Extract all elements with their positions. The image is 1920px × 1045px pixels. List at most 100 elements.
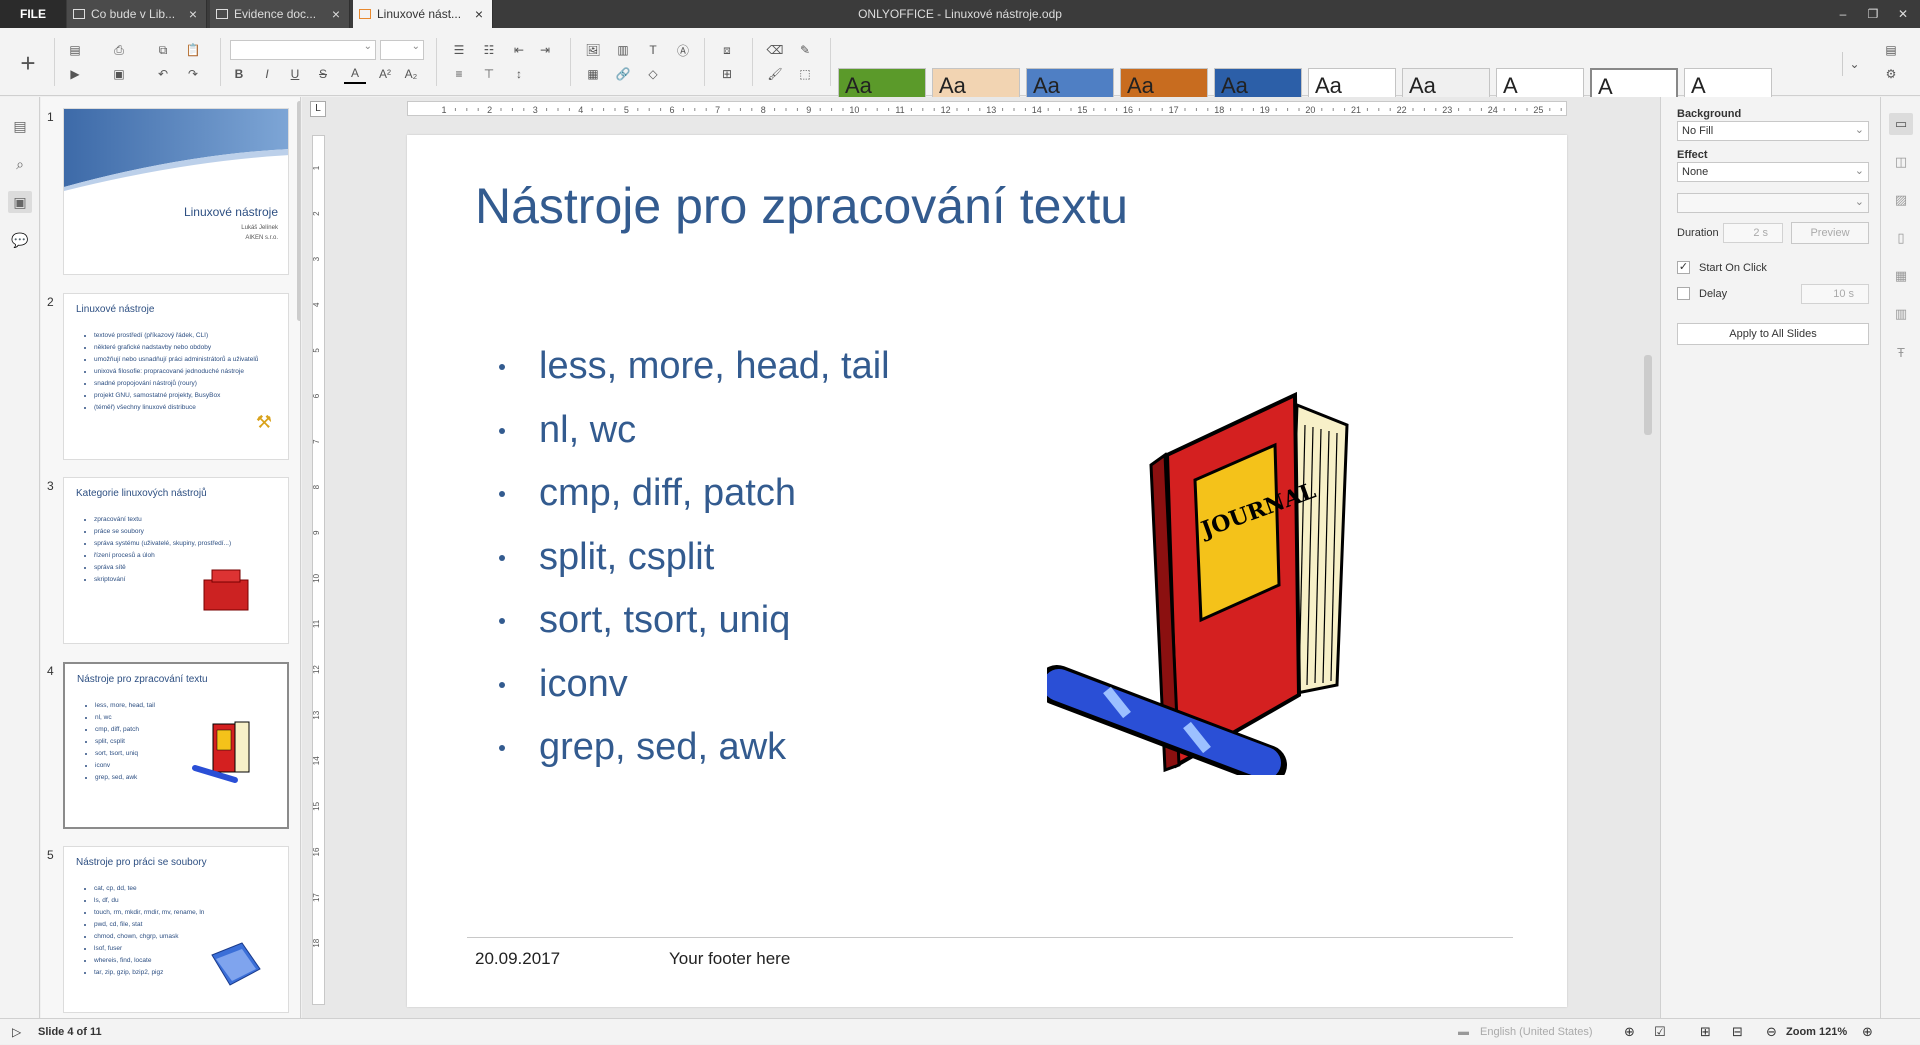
slide-settings-icon[interactable]: ▭	[1889, 113, 1913, 135]
zoom-out-icon[interactable]: ⊖	[1766, 1019, 1777, 1045]
slide-canvas[interactable]: Nástroje pro zpracování textu less, more…	[407, 135, 1567, 1007]
thumbnails-scrollbar[interactable]	[297, 101, 300, 321]
effect-type-select[interactable]	[1677, 193, 1869, 213]
add-slide-icon[interactable]: +	[12, 48, 44, 78]
table-settings-icon[interactable]: ▦	[1889, 265, 1913, 287]
strikethrough-icon[interactable]: S	[312, 64, 334, 84]
superscript-icon[interactable]: A²	[374, 64, 396, 84]
slide-title[interactable]: Nástroje pro zpracování textu	[475, 177, 1128, 235]
zoom-level[interactable]: Zoom 121%	[1786, 1019, 1847, 1045]
arrange-icon[interactable]: ⧈	[716, 40, 738, 60]
footer-date[interactable]: 20.09.2017	[475, 949, 560, 969]
insert-hyperlink-icon[interactable]: 🔗	[612, 64, 634, 84]
play-icon[interactable]: ▷	[12, 1019, 21, 1045]
doc-tab-1[interactable]: Co bude v Lib... ×	[67, 0, 207, 28]
slide-bullet-item[interactable]: sort, tsort, uniq	[499, 594, 890, 658]
slide-bullet-item[interactable]: nl, wc	[499, 404, 890, 468]
window-close-button[interactable]: ✕	[1888, 0, 1918, 28]
align-shape-icon[interactable]: ⊞	[716, 64, 738, 84]
save-icon[interactable]: ▣	[108, 64, 130, 84]
vertical-align-icon[interactable]: ⊤	[478, 64, 500, 84]
insert-textart-icon[interactable]: Ⓐ	[672, 40, 694, 60]
search-icon[interactable]: ⌕	[8, 153, 32, 175]
gear-icon[interactable]: ⚙	[1880, 64, 1902, 84]
journal-clipart-image[interactable]: JOURNAL	[1047, 385, 1417, 775]
preview-button[interactable]: Preview	[1791, 222, 1869, 244]
zoom-in-icon[interactable]: ⊕	[1862, 1019, 1873, 1045]
fit-slide-icon[interactable]: ⊞	[1700, 1019, 1711, 1045]
slide-bullet-item[interactable]: iconv	[499, 658, 890, 722]
horizontal-ruler[interactable]: 1 2 3 4 5 6 7 8 9 10 11 12 13 14 15 16 17 18 19 20 21 22 23 24 2…	[407, 101, 1567, 116]
line-spacing-icon[interactable]: ↕	[508, 64, 530, 84]
background-select[interactable]: No Fill	[1677, 121, 1869, 141]
decrease-indent-icon[interactable]: ⇤	[508, 40, 530, 60]
redo-icon[interactable]: ↷	[182, 64, 204, 84]
shape-settings-icon[interactable]: ◫	[1889, 151, 1913, 173]
slide-bullet-item[interactable]: cmp, diff, patch	[499, 467, 890, 531]
paste-icon[interactable]: 📋	[182, 40, 204, 60]
thumbnail-slide-5[interactable]: Nástroje pro práci se soubory cat, cp, d…	[63, 846, 289, 1013]
subscript-icon[interactable]: A₂	[400, 64, 422, 84]
bold-icon[interactable]: B	[228, 64, 250, 84]
slide-bullet-item[interactable]: grep, sed, awk	[499, 721, 890, 785]
bullets-icon[interactable]: ☰	[448, 40, 470, 60]
copy-style-icon[interactable]: ✎	[794, 40, 816, 60]
slide-size-icon[interactable]: ⬚	[794, 64, 816, 84]
close-icon[interactable]: ×	[186, 6, 200, 22]
duration-stepper[interactable]: 2 s	[1723, 223, 1783, 243]
format-painter-icon[interactable]: 🖌	[764, 64, 786, 84]
insert-image-icon[interactable]: 🖼	[582, 40, 604, 60]
comments-icon[interactable]: 💬	[8, 229, 32, 251]
slide-bullet-item[interactable]: less, more, head, tail	[499, 340, 890, 404]
editor-scrollbar[interactable]	[1644, 355, 1652, 435]
copy-icon[interactable]: ⧉	[152, 40, 174, 60]
minimize-button[interactable]: –	[1828, 0, 1858, 28]
insert-table-icon[interactable]: ▦	[582, 64, 604, 84]
spellcheck-icon[interactable]: ☑	[1654, 1019, 1666, 1045]
italic-icon[interactable]: I	[256, 64, 278, 84]
font-name-combo[interactable]	[230, 40, 376, 60]
font-color-icon[interactable]: A	[344, 64, 366, 84]
language-selector[interactable]: English (United States)	[1480, 1019, 1593, 1045]
textart-settings-icon[interactable]: Ŧ	[1889, 341, 1913, 363]
vertical-ruler[interactable]: 123456789101112131415161718	[312, 135, 325, 1005]
slide-bullet-list[interactable]: less, more, head, tail nl, wc cmp, diff, p…	[499, 340, 890, 785]
delay-checkbox[interactable]	[1677, 287, 1690, 300]
underline-icon[interactable]: U	[284, 64, 306, 84]
slide-bullet-item[interactable]: split, csplit	[499, 531, 890, 595]
align-left-icon[interactable]: ≡	[448, 64, 470, 84]
insert-textbox-icon[interactable]: T	[642, 40, 664, 60]
start-on-click-checkbox[interactable]: ✓	[1677, 261, 1690, 274]
start-slideshow-icon[interactable]: ▶	[64, 64, 86, 84]
globe-icon[interactable]: ⊕	[1624, 1019, 1635, 1045]
numbering-icon[interactable]: ☷	[478, 40, 500, 60]
print-icon[interactable]: ⎙	[108, 40, 130, 60]
close-icon[interactable]: ×	[472, 6, 486, 22]
doc-tab-2[interactable]: Evidence doc... ×	[210, 0, 350, 28]
footer-text[interactable]: Your footer here	[669, 949, 790, 969]
thumbnail-slide-1[interactable]: Linuxové nástroje Lukáš Jelínek AIKEN s.…	[63, 108, 289, 275]
chevron-down-icon[interactable]: ⌄	[1842, 52, 1866, 76]
text-settings-icon[interactable]: ▯	[1889, 227, 1913, 249]
apply-to-all-slides-button[interactable]: Apply to All Slides	[1677, 323, 1869, 345]
thumbnail-slide-3[interactable]: Kategorie linuxových nástrojů zpracování…	[63, 477, 289, 644]
file-icon[interactable]: ▤	[8, 115, 32, 137]
layout-icon[interactable]: ▤	[64, 40, 86, 60]
file-menu-button[interactable]: FILE	[0, 0, 66, 28]
insert-shape-icon[interactable]: ◇	[642, 64, 664, 84]
thumbnail-slide-2[interactable]: Linuxové nástroje textové prostředí (pří…	[63, 293, 289, 460]
increase-indent-icon[interactable]: ⇥	[534, 40, 556, 60]
thumbnail-slide-4[interactable]: Nástroje pro zpracování textu less, more…	[63, 662, 289, 829]
undo-icon[interactable]: ↶	[152, 64, 174, 84]
image-settings-icon[interactable]: ▨	[1889, 189, 1913, 211]
slides-panel-icon[interactable]: ▣	[8, 191, 32, 213]
doc-tab-3[interactable]: Linuxové nást... ×	[353, 0, 493, 28]
close-icon[interactable]: ×	[329, 6, 343, 22]
clear-style-icon[interactable]: ⌫	[764, 40, 786, 60]
view-settings-icon[interactable]: ▤	[1880, 40, 1902, 60]
insert-chart-icon[interactable]: ▥	[612, 40, 634, 60]
fit-width-icon[interactable]: ⊟	[1732, 1019, 1743, 1045]
delay-stepper[interactable]: 10 s	[1801, 284, 1869, 304]
chart-settings-icon[interactable]: ▥	[1889, 303, 1913, 325]
effect-select[interactable]: None	[1677, 162, 1869, 182]
